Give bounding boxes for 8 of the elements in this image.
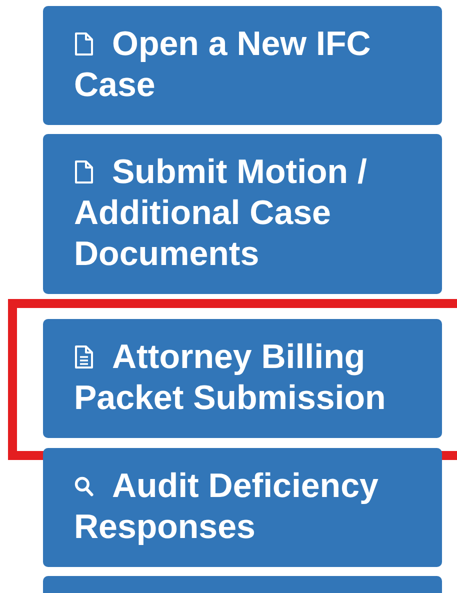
- menu-button[interactable]: Open a New IFC Case: [43, 6, 442, 125]
- menu-button[interactable]: Submit Motion / Additional Case Documents: [43, 134, 442, 294]
- search-icon: [74, 474, 94, 498]
- menu-button[interactable]: Audit Deficiency Responses: [43, 448, 442, 567]
- file-icon: [74, 160, 94, 184]
- menu-button[interactable]: Attorney Billing Packet Submission: [43, 319, 442, 438]
- document-icon: [74, 345, 94, 369]
- file-icon: [74, 32, 94, 56]
